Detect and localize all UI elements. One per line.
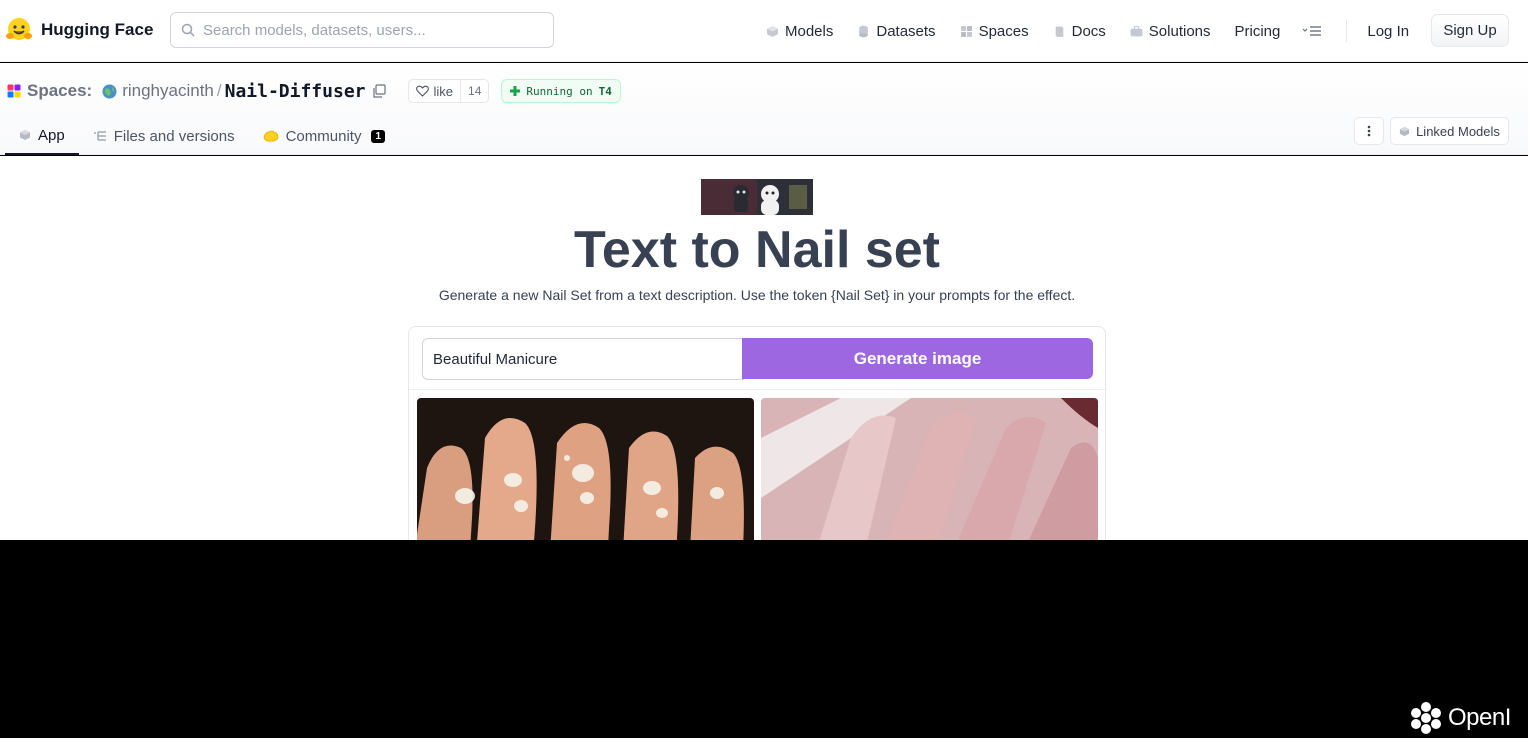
tab-files-label: Files and versions <box>113 127 235 145</box>
hardware-label: T4 <box>598 84 612 98</box>
status-badge: Running on T4 <box>501 79 621 103</box>
generate-image-button[interactable]: Generate image <box>742 338 1093 379</box>
cube-icon <box>20 130 30 140</box>
search-icon <box>181 23 195 37</box>
nav-docs-label: Docs <box>1071 22 1106 40</box>
like-widget: like 14 <box>407 79 490 103</box>
spaces-icon <box>7 84 21 98</box>
owner-link[interactable]: ringhyacinth <box>122 81 214 101</box>
banner-image <box>701 179 813 215</box>
top-header: Hugging Face Models Datasets Spaces Docs… <box>0 0 1528 62</box>
more-options-button[interactable] <box>1354 117 1384 145</box>
database-icon <box>859 25 869 37</box>
tab-community[interactable]: Community 1 <box>249 117 399 155</box>
nav-spaces-label: Spaces <box>978 22 1029 40</box>
nav-solutions[interactable]: Solutions <box>1118 14 1223 48</box>
nav-docs[interactable]: Docs <box>1041 14 1118 48</box>
app-title: Text to Nail set <box>573 221 940 279</box>
login-link[interactable]: Log In <box>1355 14 1423 48</box>
hugging-face-logo-icon <box>6 18 32 40</box>
like-label: like <box>433 83 454 99</box>
menu-more-icon <box>1302 26 1322 36</box>
heart-icon <box>415 85 429 97</box>
blank-black-area <box>0 540 1528 738</box>
signup-button[interactable]: Sign Up <box>1431 14 1509 47</box>
book-icon <box>1055 26 1063 37</box>
main-nav: Models Datasets Spaces Docs Solutions Pr… <box>754 14 1423 48</box>
linked-models-button[interactable]: Linked Models <box>1390 117 1509 145</box>
grid-icon <box>960 25 972 37</box>
kebab-menu-icon <box>1367 125 1371 137</box>
cube-icon <box>767 25 778 37</box>
search-input[interactable] <box>203 21 533 39</box>
nav-divider <box>1346 20 1348 42</box>
repo-name[interactable]: Nail-Diffuser <box>225 81 366 102</box>
nav-datasets-label: Datasets <box>876 22 936 40</box>
nav-solutions-label: Solutions <box>1148 22 1211 40</box>
tab-app[interactable]: App <box>5 117 79 155</box>
watermark-text: OpenI <box>1448 704 1511 731</box>
nav-spaces[interactable]: Spaces <box>948 14 1041 48</box>
community-hands-icon <box>263 130 278 142</box>
like-button[interactable]: like <box>409 80 462 102</box>
prompt-input[interactable] <box>422 338 744 380</box>
app-frame: Text to Nail set Generate a new Nail Set… <box>0 156 1528 540</box>
linked-models-label: Linked Models <box>1416 123 1500 139</box>
app-description: Generate a new Nail Set from a text desc… <box>438 287 1076 303</box>
space-tabs: App Files and versions Community 1 <box>5 117 399 155</box>
owner-avatar-icon <box>102 84 117 98</box>
like-count[interactable]: 14 <box>461 84 488 98</box>
running-icon <box>510 86 521 96</box>
spaces-label: Spaces: <box>27 81 93 100</box>
tab-files[interactable]: Files and versions <box>79 117 249 155</box>
tab-app-label: App <box>38 126 65 144</box>
files-icon <box>93 131 106 141</box>
nav-pricing[interactable]: Pricing <box>1223 14 1293 48</box>
status-text: Running on <box>526 84 593 98</box>
search-box[interactable] <box>170 12 554 48</box>
cube-icon <box>1399 126 1410 136</box>
brand-link[interactable]: Hugging Face <box>5 15 153 45</box>
gallery-image-2[interactable] <box>761 398 1098 540</box>
breadcrumb-separator: / <box>216 81 222 100</box>
openi-logo-icon <box>1411 702 1441 734</box>
brand-name: Hugging Face <box>41 20 154 39</box>
generator-panel: Generate image <box>408 326 1106 540</box>
copy-icon[interactable] <box>372 84 386 98</box>
space-header: Spaces: ringhyacinth / Nail-Diffuser lik… <box>0 63 1528 155</box>
community-count-badge: 1 <box>371 129 386 143</box>
nav-models-label: Models <box>785 22 834 40</box>
breadcrumb: Spaces: ringhyacinth / Nail-Diffuser lik… <box>7 78 621 104</box>
more-menu-button[interactable] <box>1292 14 1332 48</box>
nav-models[interactable]: Models <box>754 14 845 48</box>
briefcase-icon <box>1130 25 1143 36</box>
tab-community-label: Community <box>285 127 362 145</box>
gallery-image-1[interactable] <box>417 398 754 540</box>
nav-datasets[interactable]: Datasets <box>845 14 947 48</box>
nav-pricing-label: Pricing <box>1234 22 1281 40</box>
panel-divider <box>409 389 1105 390</box>
watermark: OpenI <box>1408 700 1511 736</box>
